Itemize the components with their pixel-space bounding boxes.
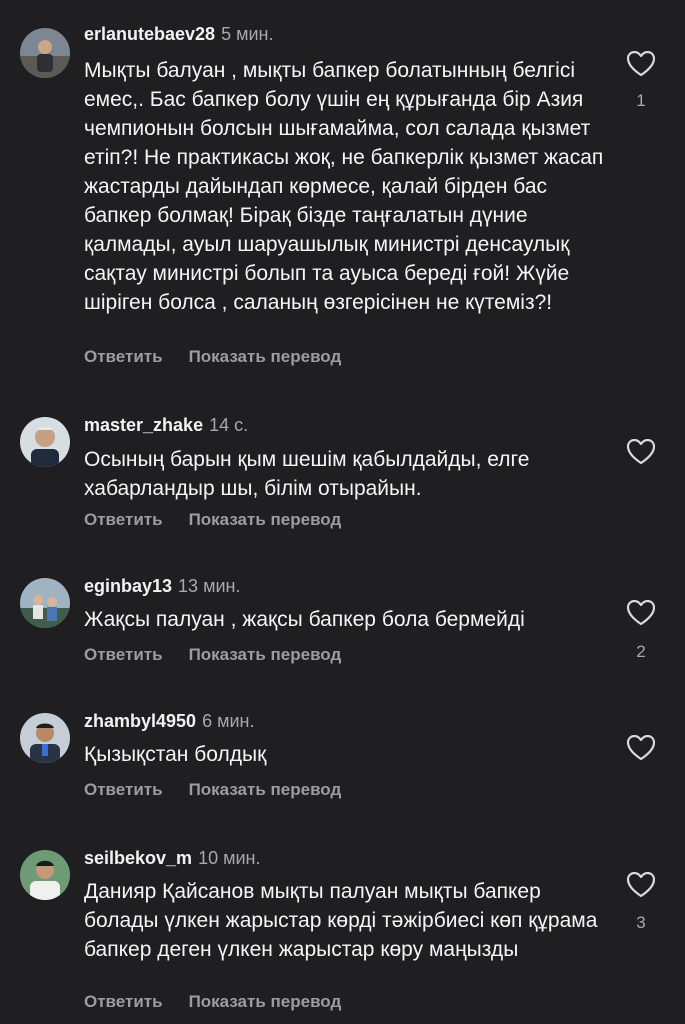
timestamp: 13 мин. [178,576,241,596]
heart-icon[interactable] [627,51,655,77]
show-translation-button[interactable]: Показать перевод [189,510,342,530]
heart-icon[interactable] [627,872,655,898]
like-count: 2 [636,642,646,661]
like-count: 3 [636,913,646,932]
like-count: 1 [636,91,646,110]
show-translation-button[interactable]: Показать перевод [189,347,342,367]
username[interactable]: master_zhake [84,415,203,435]
comment-header: erlanutebaev28 5 мин. [84,22,273,46]
comment-actions: Ответить Показать перевод [84,347,341,367]
show-translation-button[interactable]: Показать перевод [189,992,342,1012]
reply-button[interactable]: Ответить [84,510,163,530]
avatar[interactable] [20,713,70,763]
comment-header: eginbay13 13 мин. [84,574,240,598]
comment-item: erlanutebaev28 5 мин. Мықты балуан , мықт… [0,22,685,382]
comment-text: Жақсы палуан , жақсы бапкер бола бермейд… [84,608,525,631]
comment-text: Мықты балуан , мықты бапкер болатынның б… [84,59,604,314]
username[interactable]: erlanutebaev28 [84,24,215,44]
avatar[interactable] [20,850,70,900]
username[interactable]: zhambyl4950 [84,711,196,731]
heart-icon[interactable] [627,600,655,626]
comment-text: Қызықстан болдық [84,743,267,766]
timestamp: 6 мин. [202,711,255,731]
comment-item: zhambyl4950 6 мин. Қызықстан болдық Ответ… [0,709,685,809]
comment-item: seilbekov_m 10 мин. Данияр Қайсанов мықты… [0,846,685,1024]
comment-actions: Ответить Показать перевод [84,992,341,1012]
timestamp: 14 с. [209,415,249,435]
username[interactable]: eginbay13 [84,576,172,596]
reply-button[interactable]: Ответить [84,992,163,1012]
comment-actions: Ответить Показать перевод [84,780,341,800]
comment-header: master_zhake 14 с. [84,413,248,437]
show-translation-button[interactable]: Показать перевод [189,645,342,665]
comment-item: master_zhake 14 с. Осының барын қым шешім… [0,413,685,538]
comment-header: zhambyl4950 6 мин. [84,709,254,733]
username[interactable]: seilbekov_m [84,848,192,868]
heart-icon[interactable] [627,439,655,465]
show-translation-button[interactable]: Показать перевод [189,780,342,800]
reply-button[interactable]: Ответить [84,645,163,665]
heart-icon[interactable] [627,735,655,761]
reply-button[interactable]: Ответить [84,780,163,800]
reply-button[interactable]: Ответить [84,347,163,367]
avatar[interactable] [20,417,70,467]
comment-header: seilbekov_m 10 мин. [84,846,260,870]
comments-list: erlanutebaev28 5 мин. Мықты балуан , мықт… [0,0,685,1024]
comment-actions: Ответить Показать перевод [84,645,341,665]
avatar[interactable] [20,28,70,78]
comment-actions: Ответить Показать перевод [84,510,341,530]
timestamp: 10 мин. [198,848,261,868]
timestamp: 5 мин. [221,24,274,44]
comment-text: Данияр Қайсанов мықты палуан мықты бапке… [84,880,598,961]
comment-text: Осының барын қым шешім қабылдайды, елге … [84,448,530,500]
avatar[interactable] [20,578,70,628]
comment-item: eginbay13 13 мин. Жақсы палуан , жақсы ба… [0,574,685,674]
